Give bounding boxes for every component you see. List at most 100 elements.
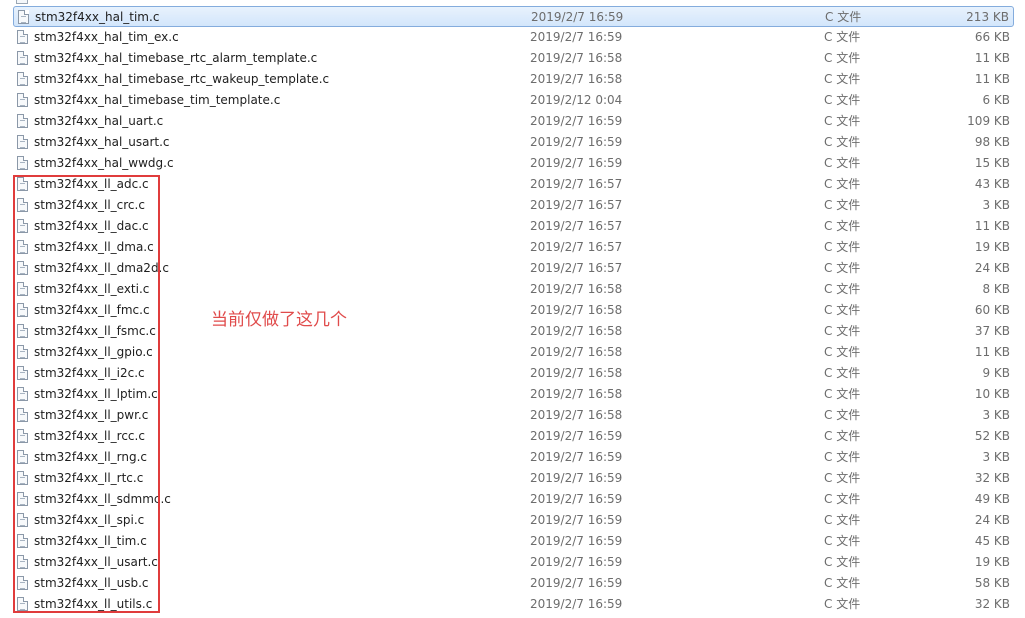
file-type: C 文件	[825, 10, 862, 24]
file-name: stm32f4xx_hal_timebase_rtc_wakeup_templa…	[34, 72, 330, 86]
file-type: C 文件	[824, 135, 861, 149]
file-name: stm32f4xx_ll_crc.c	[34, 198, 145, 212]
file-row[interactable]: stm32f4xx_ll_adc.c 2019/2/7 16:57 C 文件 43 K…	[13, 174, 1014, 195]
file-icon	[17, 345, 28, 359]
file-row[interactable]: stm32f4xx_hal_timebase_rtc_wakeup_templa…	[13, 69, 1014, 90]
file-row[interactable]: stm32f4xx_ll_tim.c 2019/2/7 16:59 C 文件 45 K…	[13, 531, 1014, 552]
file-icon	[17, 408, 28, 422]
file-row[interactable]: stm32f4xx_hal_timebase_tim_template.c 201…	[13, 90, 1014, 111]
file-row[interactable]: stm32f4xx_hal_uart.c 2019/2/7 16:59 C 文件 10…	[13, 111, 1014, 132]
file-row[interactable]: stm32f4xx_hal_tim_ex.c 2019/2/7 16:59 C 文件…	[13, 27, 1014, 48]
file-row[interactable]: stm32f4xx_ll_dac.c 2019/2/7 16:57 C 文件 11 K…	[13, 216, 1014, 237]
file-size: 60 KB	[974, 303, 1010, 317]
file-row[interactable]: stm32f4xx_ll_utils.c 2019/2/7 16:59 C 文件 32…	[13, 594, 1014, 615]
file-row[interactable]: stm32f4xx_ll_spi.c 2019/2/7 16:59 C 文件 24 K…	[13, 510, 1014, 531]
file-type: C 文件	[824, 324, 861, 338]
file-row[interactable]: stm32f4xx_hal_wwdg.c 2019/2/7 16:59 C 文件 15…	[13, 153, 1014, 174]
file-date-modified: 2019/2/7 16:59	[530, 513, 623, 527]
file-date-modified: 2019/2/7 16:59	[530, 450, 623, 464]
file-row[interactable]: stm32f4xx_ll_rng.c 2019/2/7 16:59 C 文件 3 KB	[13, 447, 1014, 468]
file-type: C 文件	[824, 93, 861, 107]
file-name: stm32f4xx_ll_fsmc.c	[34, 324, 156, 338]
file-icon	[17, 30, 28, 44]
file-name: stm32f4xx_ll_utils.c	[34, 597, 153, 611]
file-name: stm32f4xx_ll_sdmmc.c	[34, 492, 171, 506]
file-icon	[17, 51, 28, 65]
file-date-modified: 2019/2/7 16:59	[530, 30, 623, 44]
file-row[interactable]: stm32f4xx_ll_dma2d.c 2019/2/7 16:57 C 文件 24…	[13, 258, 1014, 279]
file-row[interactable]: stm32f4xx_ll_exti.c 2019/2/7 16:58 C 文件 8 K…	[13, 279, 1014, 300]
file-row[interactable]: stm32f4xx_ll_dma.c 2019/2/7 16:57 C 文件 19 K…	[13, 237, 1014, 258]
file-size: 11 KB	[974, 219, 1010, 233]
file-size: 24 KB	[974, 513, 1010, 527]
file-size: 43 KB	[974, 177, 1010, 191]
file-date-modified: 2019/2/7 16:59	[530, 534, 623, 548]
file-date-modified: 2019/2/7 16:59	[530, 114, 623, 128]
file-row[interactable]: stm32f4xx_ll_rtc.c 2019/2/7 16:59 C 文件 32 K…	[13, 468, 1014, 489]
file-icon	[17, 429, 28, 443]
file-icon	[16, 0, 28, 4]
file-date-modified: 2019/2/7 16:57	[530, 240, 623, 254]
file-type: C 文件	[824, 51, 861, 65]
file-row[interactable]: stm32f4xx_ll_i2c.c 2019/2/7 16:58 C 文件 9 KB	[13, 363, 1014, 384]
file-icon	[17, 324, 28, 338]
file-date-modified: 2019/2/7 16:58	[530, 282, 623, 296]
file-date-modified: 2019/2/7 16:59	[530, 429, 623, 443]
file-date-modified: 2019/2/7 16:59	[530, 576, 623, 590]
file-date-modified: 2019/2/7 16:59	[530, 492, 623, 506]
file-row[interactable]: stm32f4xx_ll_fsmc.c 2019/2/7 16:58 C 文件 37 …	[13, 321, 1014, 342]
file-name: stm32f4xx_hal_timebase_rtc_alarm_templat…	[34, 51, 318, 65]
file-type: C 文件	[824, 303, 861, 317]
file-list: stm32f4xx_hal_tim.c 2019/2/7 16:59 C 文件 213…	[0, 0, 1025, 618]
file-date-modified: 2019/2/7 16:59	[530, 156, 623, 170]
file-icon	[17, 156, 28, 170]
file-row[interactable]: stm32f4xx_ll_usart.c 2019/2/7 16:59 C 文件 19…	[13, 552, 1014, 573]
file-name: stm32f4xx_ll_spi.c	[34, 513, 145, 527]
file-row[interactable]: stm32f4xx_hal_timebase_rtc_alarm_templat…	[13, 48, 1014, 69]
file-type: C 文件	[824, 429, 861, 443]
file-size: 213 KB	[966, 10, 1009, 24]
file-name: stm32f4xx_ll_usart.c	[34, 555, 158, 569]
file-name: stm32f4xx_hal_tim.c	[35, 10, 160, 24]
file-name: stm32f4xx_hal_wwdg.c	[34, 156, 174, 170]
file-icon	[17, 513, 28, 527]
file-name: stm32f4xx_ll_adc.c	[34, 177, 149, 191]
file-icon	[17, 219, 28, 233]
file-row[interactable]: stm32f4xx_ll_crc.c 2019/2/7 16:57 C 文件 3 KB	[13, 195, 1014, 216]
file-size: 58 KB	[974, 576, 1010, 590]
file-size: 10 KB	[974, 387, 1010, 401]
file-row[interactable]: stm32f4xx_ll_lptim.c 2019/2/7 16:58 C 文件 10…	[13, 384, 1014, 405]
file-size: 8 KB	[982, 282, 1010, 296]
file-size: 9 KB	[982, 366, 1010, 380]
file-size: 11 KB	[974, 72, 1010, 86]
file-row[interactable]: stm32f4xx_ll_pwr.c 2019/2/7 16:58 C 文件 3 KB	[13, 405, 1014, 426]
file-type: C 文件	[824, 261, 861, 275]
annotation-text: 当前仅做了这几个	[211, 310, 347, 330]
file-icon	[17, 555, 28, 569]
file-name: stm32f4xx_ll_rcc.c	[34, 429, 145, 443]
file-size: 37 KB	[974, 324, 1010, 338]
file-date-modified: 2019/2/7 16:57	[530, 198, 623, 212]
file-row[interactable]: stm32f4xx_ll_usb.c 2019/2/7 16:59 C 文件 58 K…	[13, 573, 1014, 594]
file-row[interactable]: stm32f4xx_hal_tim.c 2019/2/7 16:59 C 文件 213…	[13, 6, 1014, 27]
file-type: C 文件	[824, 387, 861, 401]
file-date-modified: 2019/2/7 16:58	[530, 72, 623, 86]
file-size: 52 KB	[974, 429, 1010, 443]
file-type: C 文件	[824, 597, 861, 611]
file-name: stm32f4xx_hal_usart.c	[34, 135, 170, 149]
file-type: C 文件	[824, 471, 861, 485]
file-row[interactable]: stm32f4xx_ll_rcc.c 2019/2/7 16:59 C 文件 52 K…	[13, 426, 1014, 447]
file-name: stm32f4xx_ll_pwr.c	[34, 408, 149, 422]
file-icon	[17, 450, 28, 464]
file-name: stm32f4xx_ll_rtc.c	[34, 471, 144, 485]
file-row-partial[interactable]	[0, 0, 1025, 5]
file-size: 19 KB	[974, 240, 1010, 254]
file-row[interactable]: stm32f4xx_hal_usart.c 2019/2/7 16:59 C 文件 9…	[13, 132, 1014, 153]
file-type: C 文件	[824, 198, 861, 212]
file-type: C 文件	[824, 114, 861, 128]
file-row[interactable]: stm32f4xx_ll_gpio.c 2019/2/7 16:58 C 文件 11 …	[13, 342, 1014, 363]
file-row[interactable]: stm32f4xx_ll_fmc.c 2019/2/7 16:58 C 文件 60 K…	[13, 300, 1014, 321]
file-size: 24 KB	[974, 261, 1010, 275]
file-type: C 文件	[824, 219, 861, 233]
file-row[interactable]: stm32f4xx_ll_sdmmc.c 2019/2/7 16:59 C 文件 49…	[13, 489, 1014, 510]
